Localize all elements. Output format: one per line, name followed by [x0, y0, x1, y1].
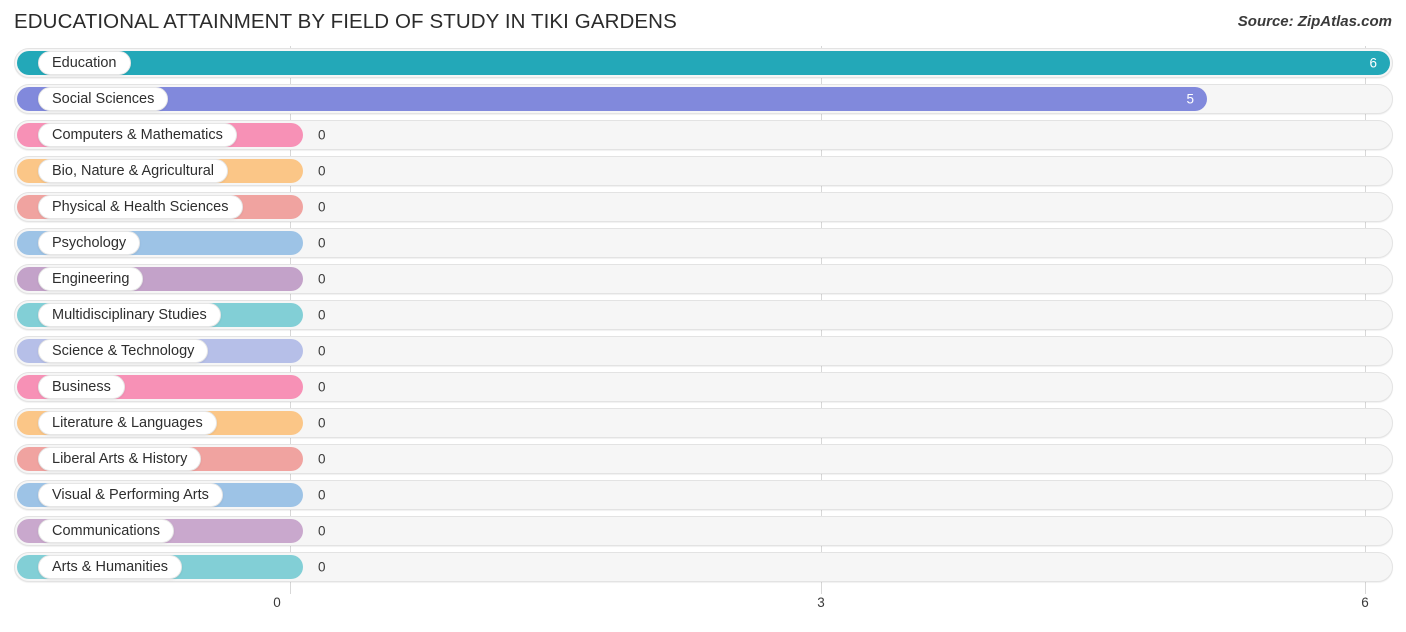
chart-plot-area: 6 Education 5 Social Sciences 0 Computers & M… [0, 46, 1406, 594]
chart-row: 0 Physical & Health Sciences [14, 192, 1393, 222]
category-label-chip: Bio, Nature & Agricultural [38, 159, 228, 183]
category-label-chip: Communications [38, 519, 174, 543]
bar-value-label: 0 [318, 379, 326, 395]
page-title: EDUCATIONAL ATTAINMENT BY FIELD OF STUDY… [14, 10, 677, 33]
chart-row: 0 Multidisciplinary Studies [14, 300, 1393, 330]
chart-row: 0 Science & Technology [14, 336, 1393, 366]
bar-value-label: 0 [318, 199, 326, 215]
x-axis-tick-label: 3 [817, 595, 825, 610]
chart-row: 0 Visual & Performing Arts [14, 480, 1393, 510]
category-label-chip: Social Sciences [38, 87, 169, 111]
bar: 5 [17, 87, 1207, 111]
chart-row: 0 Psychology [14, 228, 1393, 258]
bar-value-label: 0 [318, 307, 326, 323]
category-label-chip: Psychology [38, 231, 141, 255]
chart-row: 0 Liberal Arts & History [14, 444, 1393, 474]
chart-row: 0 Arts & Humanities [14, 552, 1393, 582]
category-label-chip: Physical & Health Sciences [38, 195, 243, 219]
bar-value-label: 0 [318, 523, 326, 539]
bar: 6 [17, 51, 1390, 75]
category-label-chip: Arts & Humanities [38, 555, 183, 579]
category-label-chip: Liberal Arts & History [38, 447, 202, 471]
category-label-chip: Computers & Mathematics [38, 123, 237, 147]
bar-value-label: 0 [318, 487, 326, 503]
category-label-chip: Literature & Languages [38, 411, 217, 435]
bar-value-label: 0 [318, 271, 326, 287]
bar-value-label: 0 [318, 343, 326, 359]
chart-row: 0 Communications [14, 516, 1393, 546]
chart-row: 0 Engineering [14, 264, 1393, 294]
bar-value-label: 0 [318, 451, 326, 467]
bar-value-label: 0 [318, 163, 326, 179]
chart-row: 0 Business [14, 372, 1393, 402]
source-attribution: Source: ZipAtlas.com [1237, 13, 1392, 30]
bar-value-label: 0 [318, 415, 326, 431]
chart-header: EDUCATIONAL ATTAINMENT BY FIELD OF STUDY… [0, 0, 1406, 46]
bar-value-label: 0 [318, 559, 326, 575]
category-label-chip: Science & Technology [38, 339, 209, 363]
category-label-chip: Education [38, 51, 131, 75]
x-axis-tick-label: 6 [1361, 595, 1369, 610]
chart-row: 6 Education [14, 48, 1393, 78]
category-label-chip: Multidisciplinary Studies [38, 303, 221, 327]
category-label-chip: Business [38, 375, 125, 399]
chart-row: 0 Computers & Mathematics [14, 120, 1393, 150]
chart-row: 0 Bio, Nature & Agricultural [14, 156, 1393, 186]
bar-value-label: 0 [318, 127, 326, 143]
x-axis-tick-label: 0 [273, 595, 281, 610]
bar-value-label: 5 [1186, 91, 1194, 107]
chart-row: 5 Social Sciences [14, 84, 1393, 114]
category-label-chip: Engineering [38, 267, 144, 291]
chart-row: 0 Literature & Languages [14, 408, 1393, 438]
x-axis: 0 3 6 [0, 594, 1406, 632]
bar-value-label: 0 [318, 235, 326, 251]
bar-value-label: 6 [1369, 55, 1377, 71]
category-label-chip: Visual & Performing Arts [38, 483, 223, 507]
